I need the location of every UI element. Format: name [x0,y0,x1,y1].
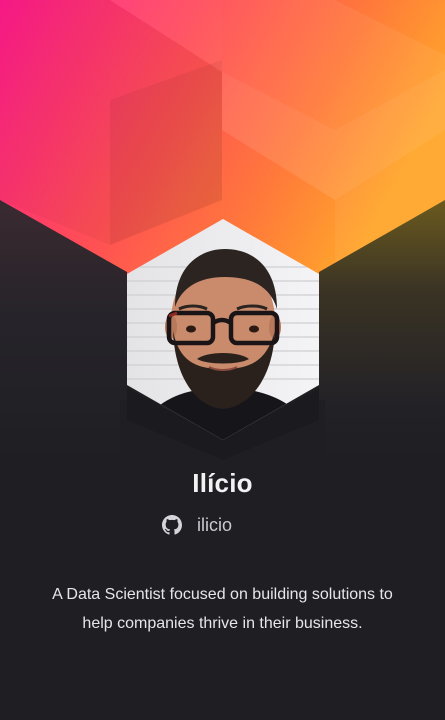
avatar [127,219,319,440]
github-handle: ilicio [197,514,233,535]
github-icon [162,515,182,535]
profile-card: Ilício ilicio A Data Scientist focused o… [0,0,445,720]
profile-name: Ilício [192,468,253,498]
github-profile-link[interactable]: ilicio [162,512,232,538]
profile-bio: A Data Scientist focused on building sol… [52,586,393,632]
